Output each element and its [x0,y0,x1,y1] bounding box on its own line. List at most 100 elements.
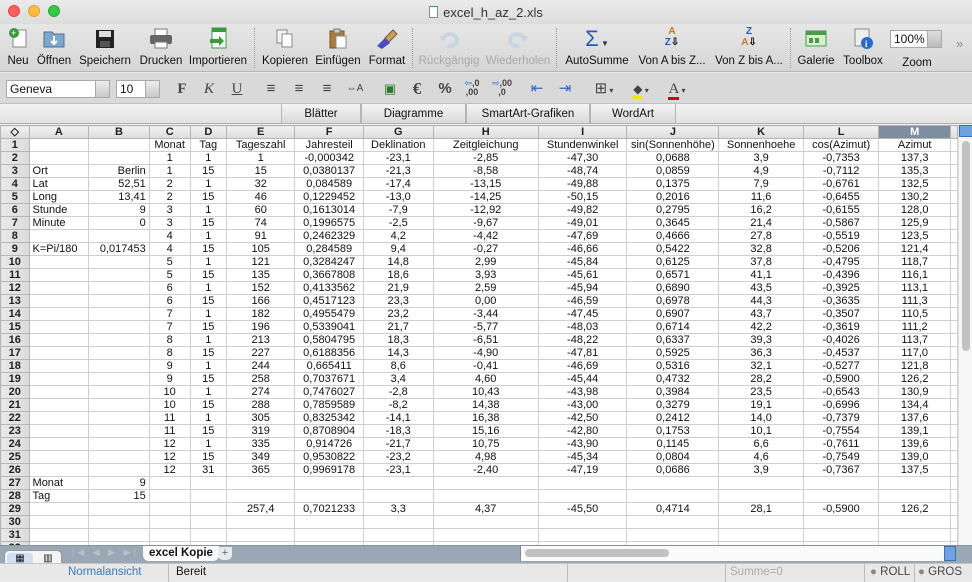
cell-m13[interactable]: 111,3 [878,294,951,308]
cell-g13[interactable]: 23,3 [362,294,434,308]
cell-h16[interactable]: -6,51 [432,333,539,347]
cell-b4[interactable]: 52,51 [88,177,150,191]
vertical-scroll-thumb[interactable] [962,141,970,351]
cell-e13[interactable]: 166 [225,294,296,308]
cell-h21[interactable]: 14,38 [432,398,539,412]
cell-b8[interactable] [88,229,150,243]
cell-f2[interactable]: -0,000342 [294,151,364,165]
cell-h18[interactable]: -0,41 [432,359,539,373]
cell-h10[interactable]: 2,99 [432,255,539,269]
cell-b26[interactable] [88,463,150,477]
cell-i16[interactable]: -48,22 [537,333,628,347]
align-center-button[interactable]: ≡ [287,79,311,99]
cell-a30[interactable] [28,515,90,529]
row-header[interactable]: 6 [0,203,30,217]
cell-f8[interactable]: 0,2462329 [294,229,364,243]
cell-d27[interactable] [189,476,228,490]
cell-l4[interactable]: -0,6761 [802,177,880,191]
cell-d4[interactable]: 1 [189,177,228,191]
cell-c8[interactable]: 4 [148,229,191,243]
column-header-m[interactable]: M [878,125,951,139]
cell-b14[interactable] [88,307,150,321]
cell-g19[interactable]: 3,4 [362,372,434,386]
import-button[interactable]: Importieren [188,26,248,67]
cell-e2[interactable]: 1 [225,151,296,165]
copy-button[interactable]: Kopieren [260,26,310,67]
cell-i4[interactable]: -49,88 [537,177,628,191]
cell-f31[interactable] [294,528,364,542]
cell-d26[interactable]: 31 [189,463,228,477]
cell-b22[interactable] [88,411,150,425]
cell-l22[interactable]: -0,7379 [802,411,880,425]
cell-b18[interactable] [88,359,150,373]
cell-h26[interactable]: -2,40 [432,463,539,477]
cell-d8[interactable]: 1 [189,229,228,243]
cell-d9[interactable]: 15 [189,242,228,256]
cell-g3[interactable]: -21,3 [362,164,434,178]
fill-color-button[interactable]: ◆ ▾ [624,79,658,99]
cell-a3[interactable]: Ort [28,164,90,178]
row-header[interactable]: 15 [0,320,30,334]
cell-i9[interactable]: -46,66 [537,242,628,256]
cell-c4[interactable]: 2 [148,177,191,191]
cell-c30[interactable] [148,515,191,529]
ribbon-tab-charts[interactable]: Diagramme [361,104,466,124]
cell-h25[interactable]: 4,98 [432,450,539,464]
italic-button[interactable]: K [197,79,221,99]
cell-j10[interactable]: 0,6125 [626,255,720,269]
cell-h6[interactable]: -12,92 [432,203,539,217]
row-header[interactable]: 10 [0,255,30,269]
row-header[interactable]: 31 [0,528,30,542]
cell-f13[interactable]: 0,4517123 [294,294,364,308]
cell-c11[interactable]: 5 [148,268,191,282]
cell-a28[interactable]: Tag [28,489,90,503]
cell-b2[interactable] [88,151,150,165]
column-header-e[interactable]: E [225,125,296,139]
cell-f6[interactable]: 0,1613014 [294,203,364,217]
cell-g22[interactable]: -14,1 [362,411,434,425]
cell-i14[interactable]: -47,45 [537,307,628,321]
cell-a20[interactable] [28,385,90,399]
cell-a14[interactable] [28,307,90,321]
cell-m15[interactable]: 111,2 [878,320,951,334]
cell-h8[interactable]: -4,42 [432,229,539,243]
cell-e28[interactable] [225,489,296,503]
cell-h11[interactable]: 3,93 [432,268,539,282]
cell-e14[interactable]: 182 [225,307,296,321]
cell-j29[interactable]: 0,4714 [626,502,720,516]
cell-e20[interactable]: 274 [225,385,296,399]
decrease-indent-button[interactable]: ⇤ [525,79,549,99]
cell-c26[interactable]: 12 [148,463,191,477]
cell-f15[interactable]: 0,5339041 [294,320,364,334]
cell-j20[interactable]: 0,3984 [626,385,720,399]
cell-m20[interactable]: 130,9 [878,385,951,399]
cell-j9[interactable]: 0,5422 [626,242,720,256]
cell-g14[interactable]: 23,2 [362,307,434,321]
row-header[interactable]: 17 [0,346,30,360]
cell-j15[interactable]: 0,6714 [626,320,720,334]
cell-i12[interactable]: -45,94 [537,281,628,295]
row-header[interactable]: 23 [0,424,30,438]
cell-f26[interactable]: 0,9969178 [294,463,364,477]
cell-j11[interactable]: 0,6571 [626,268,720,282]
cell-j8[interactable]: 0,4666 [626,229,720,243]
cell-c16[interactable]: 8 [148,333,191,347]
column-header-f[interactable]: F [294,125,364,139]
cell-a13[interactable] [28,294,90,308]
cell-h30[interactable] [432,515,539,529]
cell-h12[interactable]: 2,59 [432,281,539,295]
cell-g24[interactable]: -21,7 [362,437,434,451]
cell-l29[interactable]: -0,5900 [802,502,880,516]
cell-b17[interactable] [88,346,150,360]
cell-m19[interactable]: 126,2 [878,372,951,386]
cell-i13[interactable]: -46,59 [537,294,628,308]
cell-a17[interactable] [28,346,90,360]
cell-b6[interactable]: 9 [88,203,150,217]
cell-g2[interactable]: -23,1 [362,151,434,165]
cell-e25[interactable]: 349 [225,450,296,464]
cell-l25[interactable]: -0,7549 [802,450,880,464]
cell-l7[interactable]: -0,5867 [802,216,880,230]
add-sheet-button[interactable]: + [218,547,232,560]
cell-a27[interactable]: Monat [28,476,90,490]
cell-i18[interactable]: -46,69 [537,359,628,373]
